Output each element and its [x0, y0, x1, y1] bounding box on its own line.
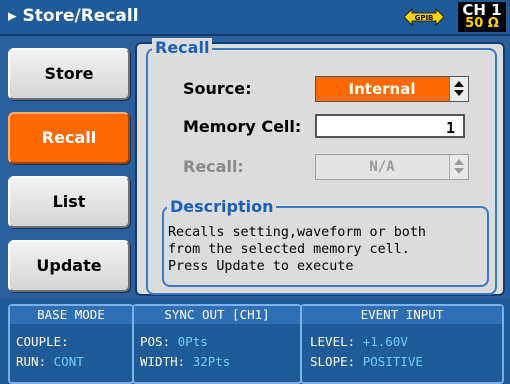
- width-label: WIDTH:: [140, 354, 186, 369]
- run-line: RUN: CONT: [16, 354, 84, 370]
- description-legend-text: Description: [170, 197, 274, 216]
- gpib-label: GPIB: [415, 14, 434, 22]
- base-mode-header: BASE MODE: [10, 306, 132, 324]
- source-label: Source:: [183, 79, 252, 98]
- instrument-screen: ▸ Store/Recall GPIB CH 1 50 Ω Store Recal…: [0, 0, 510, 384]
- level-label: LEVEL:: [310, 334, 356, 349]
- store-button[interactable]: Store: [8, 48, 130, 100]
- spin-up-icon: [454, 159, 464, 165]
- slope-line: SLOPE: POSITIVE: [310, 354, 423, 370]
- recall-legend-text: Recall: [155, 38, 210, 57]
- width-value: 32Pts: [192, 354, 231, 369]
- recall-type-value: N/A: [369, 159, 395, 175]
- sync-out-header: SYNC OUT [CH1]: [134, 306, 300, 324]
- channel-badge: CH 1 50 Ω: [458, 2, 506, 32]
- couple-label: COUPLE:: [16, 334, 69, 349]
- level-value: +1.60V: [362, 334, 408, 349]
- event-input-header: EVENT INPUT: [302, 306, 502, 324]
- source-spinner[interactable]: [449, 77, 468, 101]
- title-bar: ▸ Store/Recall GPIB CH 1 50 Ω: [0, 0, 510, 36]
- pos-value: 0Pts: [177, 334, 208, 349]
- channel-impedance: 50 Ω: [465, 16, 499, 31]
- recall-button[interactable]: Recall: [8, 112, 130, 164]
- source-select[interactable]: Internal: [315, 76, 469, 102]
- run-label: RUN:: [16, 354, 47, 369]
- menu-arrow-icon: ▸: [8, 6, 17, 26]
- description-legend: Description: [167, 197, 277, 216]
- recall-source-label: Recall:: [183, 157, 244, 176]
- update-button[interactable]: Update: [8, 240, 130, 292]
- memory-cell-input[interactable]: 1: [315, 114, 465, 138]
- spin-down-icon: [454, 90, 464, 96]
- spin-up-icon: [454, 81, 464, 87]
- level-line: LEVEL: +1.60V: [310, 334, 408, 350]
- memory-cell-label: Memory Cell:: [183, 117, 302, 136]
- spin-down-icon: [454, 168, 464, 174]
- slope-label: SLOPE:: [310, 354, 356, 369]
- description-text: Recalls setting,waveform or both from th…: [168, 225, 426, 274]
- recall-legend: Recall: [152, 38, 213, 57]
- recall-type-spinner: [449, 155, 468, 179]
- gpib-icon: GPIB: [404, 7, 444, 27]
- recall-type-select: N/A: [315, 154, 469, 180]
- page-title-text: Store/Recall: [22, 6, 139, 26]
- couple-line: COUPLE:: [16, 334, 76, 350]
- width-line: WIDTH: 32Pts: [140, 354, 230, 370]
- list-button[interactable]: List: [8, 176, 130, 228]
- source-value: Internal: [348, 80, 416, 98]
- page-title: ▸ Store/Recall: [8, 6, 139, 26]
- slope-value: POSITIVE: [362, 354, 423, 369]
- run-value: CONT: [53, 354, 84, 369]
- pos-label: POS:: [140, 334, 171, 349]
- pos-line: POS: 0Pts: [140, 334, 208, 350]
